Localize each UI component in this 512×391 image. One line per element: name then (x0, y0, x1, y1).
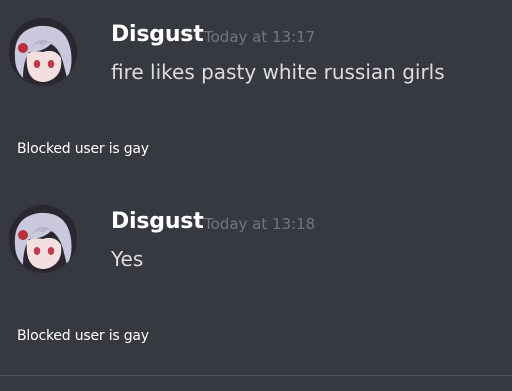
blocked-user-note: Blocked user is gay (17, 141, 149, 157)
user-avatar-icon[interactable] (9, 18, 77, 86)
user-avatar-icon[interactable] (9, 205, 77, 273)
message-divider (0, 375, 512, 376)
message-content: Yes (111, 247, 144, 271)
username[interactable]: Disgust (111, 22, 204, 47)
blocked-user-note: Blocked user is gay (17, 328, 149, 344)
message-content: fire likes pasty white russian girls (111, 60, 445, 84)
message-timestamp: Today at 13:17 (204, 28, 316, 46)
username[interactable]: Disgust (111, 209, 204, 234)
message-timestamp: Today at 13:18 (204, 215, 316, 233)
chat-messages: Disgust Today at 13:17 fire likes pasty … (0, 0, 512, 391)
